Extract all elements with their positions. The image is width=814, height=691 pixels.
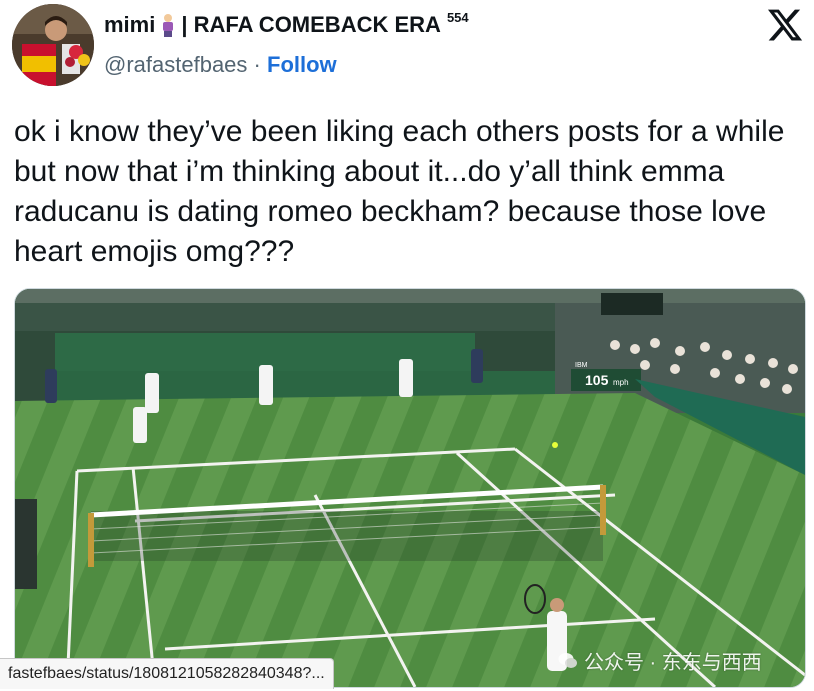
tweet-card: mimi | RAFA COMEBACK ERA 554 @rafastefba… [0,0,814,691]
scoreboard-unit: mph [613,378,629,387]
tweet-media-image[interactable]: 105 mph IBM [14,288,806,688]
display-name[interactable]: mimi [104,12,155,38]
display-name-row[interactable]: mimi | RAFA COMEBACK ERA 554 [104,9,469,38]
user-handle[interactable]: @rafastefbaes [104,52,247,77]
tweet-text: ok i know they’ve been liking each other… [14,115,785,268]
wechat-icon [558,652,578,670]
person-emoji-icon [161,12,175,38]
avatar[interactable] [12,4,94,86]
status-bar-url: fastefbaes/status/1808121058282840348?..… [0,658,334,689]
superscript-number: 554 [446,9,469,25]
watermark: 公众号 · 东东与西西 [558,646,762,675]
scoreboard-speed: 105 [585,372,609,388]
avatar-image [12,4,94,86]
scoreboard-brand: IBM [575,362,588,369]
handle-row: @rafastefbaes · Follow [104,52,337,78]
separator-dot: · [253,52,261,77]
tennis-court-image: 105 mph IBM [15,289,805,687]
display-name-suffix[interactable]: | RAFA COMEBACK ERA [181,12,441,38]
x-logo-icon[interactable] [766,6,804,44]
follow-button[interactable]: Follow [267,52,337,77]
watermark-text: 公众号 · 东东与西西 [584,652,762,674]
